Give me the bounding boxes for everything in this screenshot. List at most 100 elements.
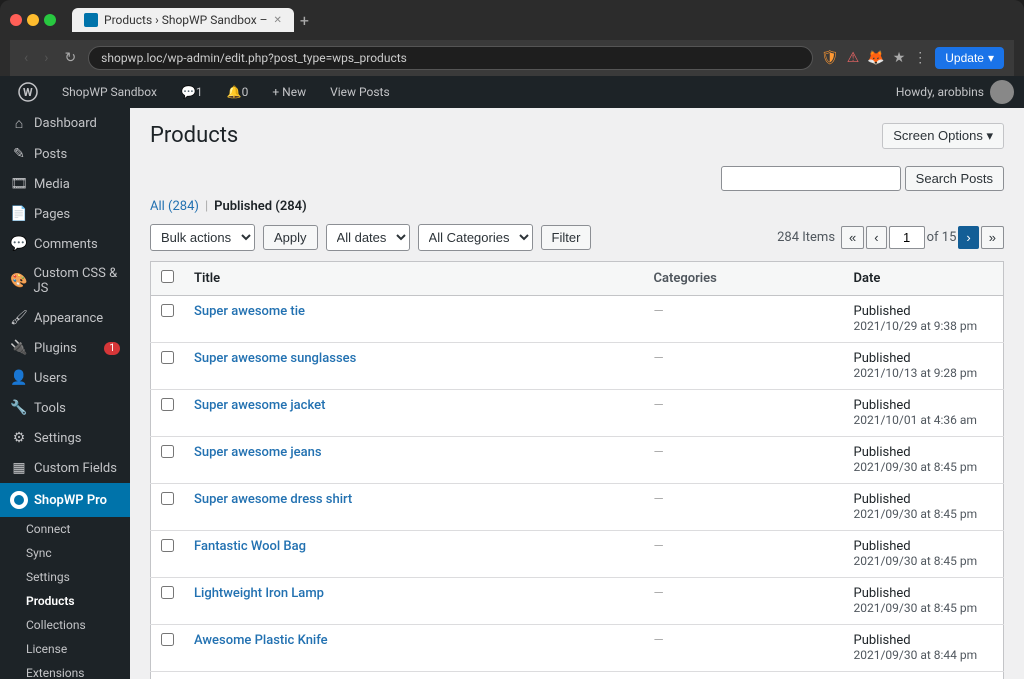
tab-close-icon[interactable]: ✕ [274, 15, 282, 26]
adminbar-view-posts[interactable]: View Posts [322, 76, 398, 108]
product-link-2[interactable]: Super awesome jacket [194, 398, 325, 413]
sidebar-item-collections[interactable]: Collections [0, 613, 130, 637]
browser-tabs: Products › ShopWP Sandbox – ✕ + [72, 8, 1014, 32]
search-posts-button[interactable]: Search Posts [905, 166, 1004, 191]
filter-all-link[interactable]: All (284) [150, 199, 199, 214]
product-link-3[interactable]: Super awesome jeans [194, 445, 322, 460]
sidebar-item-license[interactable]: License [0, 637, 130, 661]
col-date[interactable]: Date [844, 262, 1004, 296]
filter-sep: | [205, 199, 208, 214]
product-date-6: Published 2021/09/30 at 8:45 pm [844, 578, 1004, 625]
product-link-1[interactable]: Super awesome sunglasses [194, 351, 356, 366]
table-row: Fantastic Wool Bag — Published 2021/09/3… [151, 531, 1004, 578]
adminbar-howdy[interactable]: Howdy, arobbins [896, 80, 1014, 104]
pages-icon: 📄 [10, 206, 28, 222]
product-categories-6: — [644, 578, 844, 625]
product-date-5: Published 2021/09/30 at 8:45 pm [844, 531, 1004, 578]
sidebar-item-products[interactable]: Products [0, 589, 130, 613]
sidebar-item-tools[interactable]: 🔧 Tools [0, 393, 130, 423]
adminbar-site-name[interactable]: ShopWP Sandbox [54, 76, 165, 108]
sidebar-item-plugins[interactable]: 🔌 Plugins 1 [0, 333, 130, 363]
shopwp-header[interactable]: ShopWP Pro [0, 483, 130, 517]
category-filter-select[interactable]: All Categories [418, 224, 533, 251]
row-checkbox-3[interactable] [161, 445, 174, 458]
product-categories-2: — [644, 390, 844, 437]
product-link-0[interactable]: Super awesome tie [194, 304, 305, 319]
product-link-5[interactable]: Fantastic Wool Bag [194, 539, 306, 554]
next-page-button[interactable]: › [958, 226, 978, 249]
refresh-button[interactable]: ↻ [60, 48, 80, 68]
close-button[interactable] [10, 14, 22, 26]
sidebar-item-appearance[interactable]: 🖌 Appearance [0, 303, 130, 333]
address-bar[interactable]: shopwp.loc/wp-admin/edit.php?post_type=w… [88, 46, 813, 70]
update-button[interactable]: Update ▾ [935, 47, 1004, 69]
product-categories-1: — [644, 343, 844, 390]
wordpress-icon: W [18, 82, 38, 102]
sidebar-item-connect[interactable]: Connect [0, 517, 130, 541]
row-checkbox-5[interactable] [161, 539, 174, 552]
adminbar-pings[interactable]: 🔔 0 [219, 76, 257, 108]
row-checkbox-0[interactable] [161, 304, 174, 317]
product-date-7: Published 2021/09/30 at 8:44 pm [844, 625, 1004, 672]
product-link-4[interactable]: Super awesome dress shirt [194, 492, 352, 507]
filter-links: All (284) | Published (284) [150, 199, 1004, 214]
items-count: 284 Items [777, 230, 835, 245]
product-link-7[interactable]: Awesome Plastic Knife [194, 633, 328, 648]
row-checkbox-1[interactable] [161, 351, 174, 364]
table-row: Super awesome dress shirt — Published 20… [151, 484, 1004, 531]
product-categories-5: — [644, 531, 844, 578]
sidebar-item-comments[interactable]: 💬 Comments [0, 229, 130, 259]
row-checkbox-7[interactable] [161, 633, 174, 646]
adminbar-comments[interactable]: 💬 1 [173, 76, 211, 108]
row-checkbox-2[interactable] [161, 398, 174, 411]
new-tab-button[interactable]: + [300, 11, 309, 30]
current-page-input[interactable] [889, 226, 925, 249]
row-checkbox-4[interactable] [161, 492, 174, 505]
table-row: Awesome Plastic Knife — Published 2021/0… [151, 625, 1004, 672]
sidebar-item-dashboard[interactable]: ⌂ Dashboard [0, 108, 130, 139]
bulk-actions-select[interactable]: Bulk actions [150, 224, 255, 251]
sidebar-item-custom-css[interactable]: 🎨 Custom CSS & JS [0, 259, 130, 303]
sidebar-item-media[interactable]: 🎞 Media [0, 169, 130, 199]
shield-icon: 🛡 [821, 50, 839, 66]
product-link-6[interactable]: Lightweight Iron Lamp [194, 586, 324, 601]
sidebar-item-pages[interactable]: 📄 Pages [0, 199, 130, 229]
product-categories-8: — [644, 672, 844, 679]
sidebar-item-custom-fields[interactable]: ▦ Custom Fields [0, 453, 130, 483]
first-page-button[interactable]: « [841, 226, 864, 249]
active-tab[interactable]: Products › ShopWP Sandbox – ✕ [72, 8, 294, 32]
filter-published-count: 284 [280, 199, 302, 214]
filter-published-link[interactable]: Published (284) [214, 199, 307, 214]
back-button[interactable]: ‹ [20, 48, 32, 68]
sidebar-item-users[interactable]: 👤 Users [0, 363, 130, 393]
sidebar-item-settings[interactable]: ⚙ Settings [0, 423, 130, 453]
search-input[interactable] [721, 166, 901, 191]
page-of-text: of 15 [927, 230, 957, 245]
filter-button[interactable]: Filter [541, 225, 592, 250]
col-title[interactable]: Title [184, 262, 644, 296]
adminbar-wp-logo[interactable]: W [10, 76, 46, 108]
products-table: Title Categories Date Super awesome tie … [150, 261, 1004, 679]
sidebar-item-extensions[interactable]: Extensions [0, 661, 130, 679]
sidebar-item-sync[interactable]: Sync [0, 541, 130, 565]
col-checkbox [151, 262, 185, 296]
filter-published-label: Published [214, 199, 272, 214]
sidebar-tools-label: Tools [34, 401, 66, 416]
table-row: Super awesome jacket — Published 2021/10… [151, 390, 1004, 437]
row-checkbox-6[interactable] [161, 586, 174, 599]
fullscreen-button[interactable] [44, 14, 56, 26]
select-all-checkbox[interactable] [161, 270, 174, 283]
last-page-button[interactable]: » [981, 226, 1004, 249]
sidebar-item-posts[interactable]: ✎ Posts [0, 139, 130, 169]
update-dropdown-icon: ▾ [988, 51, 994, 65]
apply-button[interactable]: Apply [263, 225, 318, 250]
date-filter-select[interactable]: All dates [326, 224, 410, 251]
forward-button[interactable]: › [40, 48, 52, 68]
adminbar-new[interactable]: + New [264, 76, 314, 108]
sidebar-item-settings-sub[interactable]: Settings [0, 565, 130, 589]
prev-page-button[interactable]: ‹ [866, 226, 886, 249]
screen-options-button[interactable]: Screen Options ▾ [882, 123, 1004, 149]
settings-icon: ⚙ [10, 430, 28, 446]
table-row: Super awesome jeans — Published 2021/09/… [151, 437, 1004, 484]
minimize-button[interactable] [27, 14, 39, 26]
